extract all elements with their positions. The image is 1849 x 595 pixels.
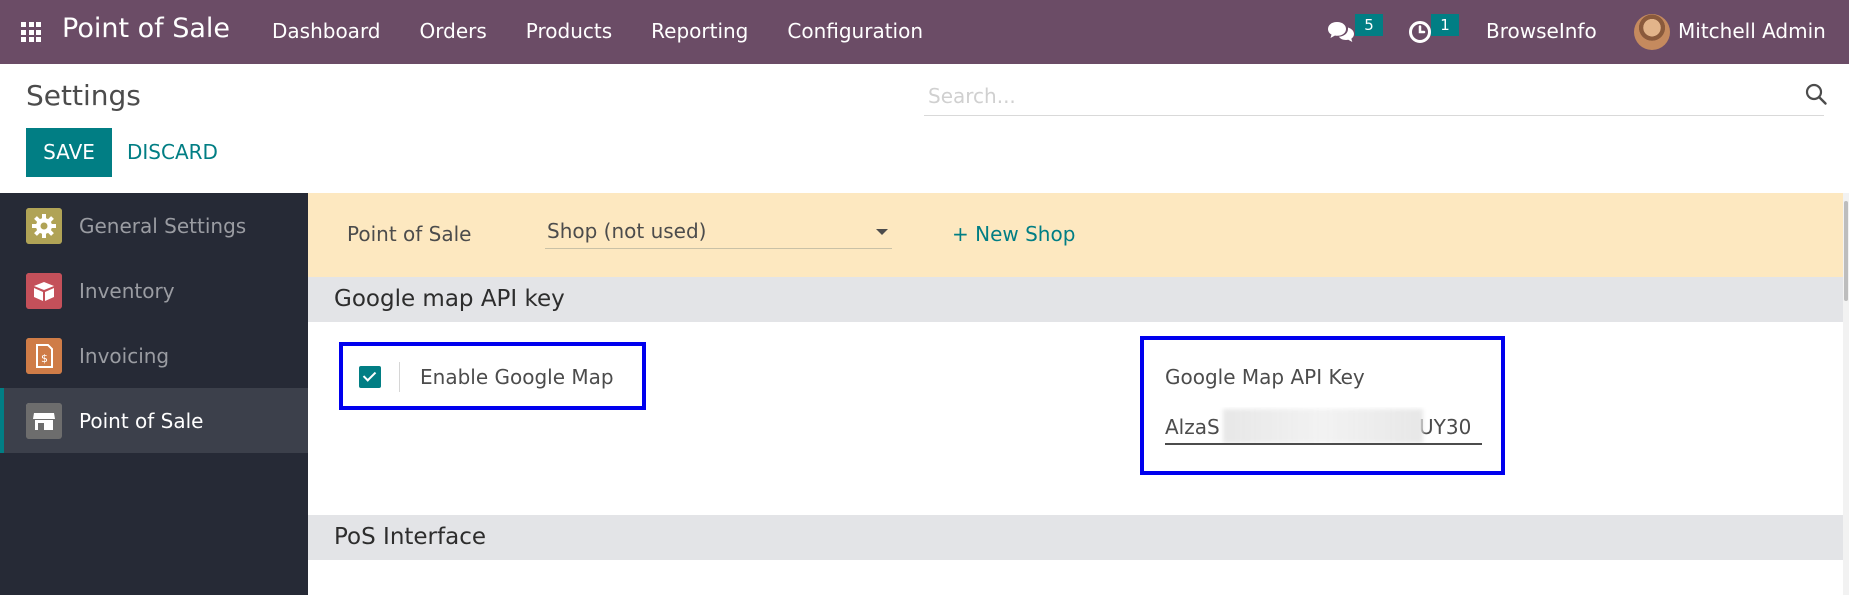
menu-item-products[interactable]: Products xyxy=(526,19,612,43)
search-input[interactable] xyxy=(928,82,1728,110)
menu-item-orders[interactable]: Orders xyxy=(420,19,487,43)
shop-selector-label: Point of Sale xyxy=(347,222,472,246)
highlight-box xyxy=(1140,336,1505,475)
section-title: Google map API key xyxy=(334,286,565,312)
user-menu[interactable]: Mitchell Admin xyxy=(1678,19,1826,43)
sidebar-item-label: Invoicing xyxy=(79,343,170,368)
sidebar-item-label: Point of Sale xyxy=(79,408,204,433)
redacted-blur xyxy=(1223,409,1423,443)
store-icon xyxy=(26,402,62,439)
sidebar-item-label: General Settings xyxy=(79,213,247,238)
menu-item-configuration[interactable]: Configuration xyxy=(787,19,923,43)
enable-google-map-label: Enable Google Map xyxy=(420,365,614,389)
apps-grid-icon[interactable] xyxy=(21,22,41,42)
section-title: PoS Interface xyxy=(334,524,487,550)
enable-google-map-checkbox[interactable] xyxy=(359,366,381,388)
api-key-field[interactable]: AlzaS UY30 xyxy=(1165,407,1482,445)
shop-selector-bar: Point of Sale Shop (not used) + New Shop xyxy=(308,193,1843,277)
user-avatar[interactable] xyxy=(1634,14,1670,50)
scrollbar-thumb[interactable] xyxy=(1844,201,1848,301)
app-brand[interactable]: Point of Sale xyxy=(62,13,230,44)
divider xyxy=(399,362,400,392)
sidebar-item-inventory[interactable]: Inventory xyxy=(0,258,308,323)
shop-select[interactable]: Shop (not used) xyxy=(545,213,892,249)
sidebar-item-general-settings[interactable]: General Settings xyxy=(0,193,308,258)
activities-count-badge[interactable]: 1 xyxy=(1431,14,1459,36)
sidebar-item-point-of-sale[interactable]: Point of Sale xyxy=(0,388,308,453)
sidebar-item-label: Inventory xyxy=(79,278,175,303)
clock-icon[interactable] xyxy=(1408,20,1432,44)
top-navbar: Point of Sale Dashboard Orders Products … xyxy=(0,0,1849,64)
shop-select-value: Shop (not used) xyxy=(547,219,707,243)
chat-icon[interactable] xyxy=(1327,20,1355,44)
api-key-suffix: UY30 xyxy=(1419,415,1472,439)
company-switcher[interactable]: BrowseInfo xyxy=(1486,19,1597,43)
gear-icon xyxy=(26,207,62,244)
menu-item-reporting[interactable]: Reporting xyxy=(651,19,748,43)
messages-count-badge[interactable]: 5 xyxy=(1355,14,1383,36)
settings-sidebar: General Settings Inventory $ Invoicing P… xyxy=(0,193,308,595)
api-key-prefix: AlzaS xyxy=(1165,415,1220,439)
main-menu: Dashboard Orders Products Reporting Conf… xyxy=(272,19,962,43)
api-key-label: Google Map API Key xyxy=(1165,365,1365,389)
new-shop-button[interactable]: + New Shop xyxy=(952,222,1075,246)
discard-button[interactable]: DISCARD xyxy=(127,140,218,164)
svg-text:$: $ xyxy=(41,352,48,365)
page-title: Settings xyxy=(26,79,141,112)
content-scrollbar[interactable] xyxy=(1843,193,1849,595)
search-icon[interactable] xyxy=(1804,82,1828,106)
save-button[interactable]: SAVE xyxy=(26,128,112,177)
chevron-down-icon xyxy=(876,229,888,235)
sidebar-item-invoicing[interactable]: $ Invoicing xyxy=(0,323,308,388)
section-header-pos-interface: PoS Interface xyxy=(308,515,1843,560)
menu-item-dashboard[interactable]: Dashboard xyxy=(272,19,381,43)
search-bar xyxy=(924,76,1827,116)
box-icon xyxy=(26,272,62,309)
invoice-icon: $ xyxy=(26,337,62,374)
settings-content: Point of Sale Shop (not used) + New Shop… xyxy=(308,193,1843,595)
section-header-google-map: Google map API key xyxy=(308,277,1843,322)
